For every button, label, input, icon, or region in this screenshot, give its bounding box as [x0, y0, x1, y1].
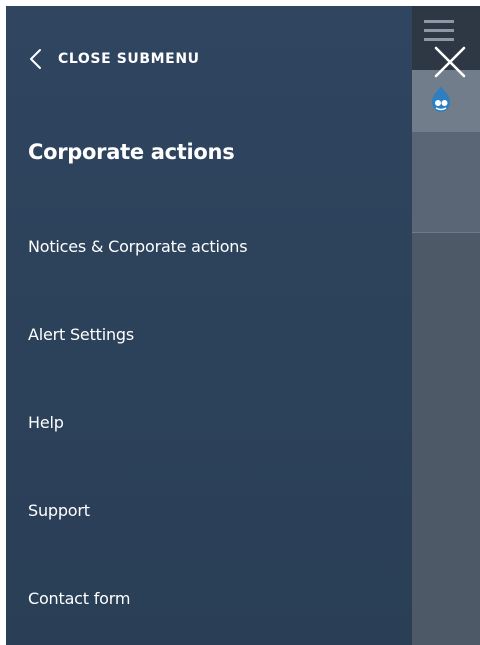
close-submenu-button[interactable]: CLOSE SUBMENU: [28, 44, 200, 74]
menu-item-label: Help: [28, 412, 64, 432]
menu-item-help[interactable]: Help: [6, 378, 412, 466]
background-app: [412, 6, 480, 645]
submenu-list: Notices & Corporate actions Alert Settin…: [6, 202, 412, 642]
close-submenu-label: CLOSE SUBMENU: [58, 51, 200, 67]
chevron-left-icon: [30, 49, 41, 69]
menu-item-support[interactable]: Support: [6, 466, 412, 554]
submenu-drawer: CLOSE SUBMENU Corporate actions Notices …: [6, 6, 412, 645]
drupal-logo-icon: [432, 86, 450, 112]
menu-item-notices-corporate-actions[interactable]: Notices & Corporate actions: [6, 202, 412, 290]
close-menu-button[interactable]: [430, 42, 470, 82]
menu-item-label: Support: [28, 500, 90, 520]
menu-item-label: Contact form: [28, 588, 131, 608]
close-icon: [434, 46, 466, 78]
background-section: [412, 132, 480, 233]
app-frame: CLOSE SUBMENU Corporate actions Notices …: [6, 6, 480, 645]
menu-item-label: Notices & Corporate actions: [28, 236, 248, 256]
submenu-title: Corporate actions: [28, 140, 235, 164]
menu-item-alert-settings[interactable]: Alert Settings: [6, 290, 412, 378]
menu-item-contact-form[interactable]: Contact form: [6, 554, 412, 642]
menu-item-label: Alert Settings: [28, 324, 134, 344]
background-content: [412, 233, 480, 645]
